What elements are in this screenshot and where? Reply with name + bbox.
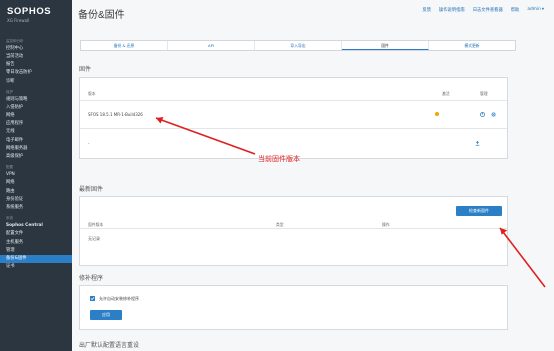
sidebar-section-label: 保护 <box>6 89 13 94</box>
log-viewer-link[interactable]: 日志文件查看器 <box>473 7 503 13</box>
annotation-current-firmware: 当前固件版本 <box>258 155 300 163</box>
sidebar-item-profiles[interactable]: 配置文件 <box>0 231 72 239</box>
hotfix-section-title: 修补程序 <box>79 275 104 282</box>
page-title: 备份&固件 <box>78 10 125 21</box>
sidebar-section-label: 监控和分析 <box>6 39 24 43</box>
sidebar-item-system-services[interactable]: 系统服务 <box>0 204 72 212</box>
sidebar-item-admin[interactable]: 管理 <box>0 247 72 255</box>
sidebar-item-backup-firmware[interactable]: 备份&固件 <box>0 255 72 264</box>
logo: SOPHOS XG Firewall <box>0 0 72 23</box>
firmware-version-current: SFOS 18.5.1 MR-1-Build326 <box>88 112 143 117</box>
latest-firmware-panel <box>79 196 508 266</box>
sidebar-item-sophos-central[interactable]: Sophos Central <box>0 222 72 230</box>
sidebar-item-zero-day[interactable]: 零日攻击防护 <box>0 70 72 78</box>
column-action: 操作 <box>382 222 390 227</box>
check-new-firmware-button[interactable]: 检查新固件 <box>456 206 502 216</box>
sidebar-item-web[interactable]: 网络 <box>0 112 72 120</box>
sidebar-item-email[interactable]: 电子邮件 <box>0 137 72 145</box>
sidebar-item-reports[interactable]: 报告 <box>0 61 72 69</box>
upload-icon[interactable] <box>475 141 480 146</box>
chevron-down-icon: ▾ <box>541 7 544 12</box>
sidebar-item-certificates[interactable]: 证书 <box>0 263 72 271</box>
sidebar: SOPHOS XG Firewall 监控和分析 控制中心 当前活动 报告 零日… <box>0 0 72 351</box>
brand-product: XG Firewall <box>7 18 30 23</box>
user-name: admin <box>527 7 541 12</box>
sidebar-item-auth[interactable]: 身份验证 <box>0 196 72 204</box>
sidebar-item-web-server[interactable]: 网络服务器 <box>0 145 72 153</box>
sidebar-item-wireless[interactable]: 无线 <box>0 129 72 137</box>
column-version: 版本 <box>88 91 96 96</box>
sidebar-item-control-center[interactable]: 控制中心 <box>0 45 72 53</box>
table-row: SFOS 18.5.1 MR-1-Build326 <box>80 100 507 128</box>
tab-pattern-update[interactable]: 模式更新 <box>429 41 515 50</box>
factory-reset-section-title: 出厂默认配置语言重设 <box>79 342 140 349</box>
help-link[interactable]: 帮助 <box>511 7 520 13</box>
tab-import-export[interactable]: 导入导出 <box>255 41 342 50</box>
user-menu[interactable]: admin ▾ <box>527 7 544 13</box>
sidebar-item-applications[interactable]: 应用程序 <box>0 121 72 129</box>
active-status-dot <box>435 112 439 116</box>
main-content: 备份&固件 反馈 操作说明指南 日志文件查看器 帮助 admin ▾ 备份 & … <box>72 0 554 351</box>
brand-name: SOPHOS <box>7 6 52 17</box>
apply-button[interactable]: 应用 <box>90 310 122 320</box>
sidebar-item-advanced[interactable]: 高级保护 <box>0 153 72 161</box>
tab-bar: 备份 & 还原 API 导入导出 固件 模式更新 <box>80 40 516 51</box>
checkmark-icon <box>90 297 95 301</box>
sidebar-item-rules[interactable]: 规则与策略 <box>0 96 72 104</box>
feedback-link[interactable]: 反馈 <box>422 7 431 13</box>
tab-api[interactable]: API <box>168 41 255 50</box>
latest-firmware-section-title: 最新固件 <box>79 186 104 193</box>
auto-hotfix-label: 允许自动安装修补程序 <box>99 296 139 301</box>
sidebar-section-label: 系统 <box>6 216 13 221</box>
firmware-version-slot: - <box>88 141 90 146</box>
firmware-section-title: 固件 <box>79 66 92 73</box>
latest-firmware-table-header: 固件版本 类型 操作 <box>80 220 507 229</box>
tab-backup-restore[interactable]: 备份 & 还原 <box>81 41 168 50</box>
sidebar-item-current-activity[interactable]: 当前活动 <box>0 53 72 61</box>
sidebar-item-network[interactable]: 网络 <box>0 180 72 188</box>
top-links: 反馈 操作说明指南 日志文件查看器 帮助 admin ▾ <box>422 7 544 13</box>
tab-firmware[interactable]: 固件 <box>342 41 429 50</box>
sidebar-item-vpn[interactable]: VPN <box>0 171 72 179</box>
sidebar-section-label: 配置 <box>6 165 13 170</box>
guide-link[interactable]: 操作说明指南 <box>439 7 465 13</box>
firmware-table-header: 版本 激活 管理 <box>80 88 507 100</box>
sidebar-item-ips[interactable]: 入侵防护 <box>0 104 72 112</box>
no-records-text: 无记录 <box>88 236 100 241</box>
reboot-icon[interactable] <box>480 111 485 117</box>
column-type: 类型 <box>276 222 284 227</box>
hotfix-panel <box>79 285 508 330</box>
sidebar-item-host-services[interactable]: 主机服务 <box>0 239 72 247</box>
auto-hotfix-checkbox[interactable] <box>90 296 95 301</box>
sidebar-item-routing[interactable]: 路由 <box>0 188 72 196</box>
column-manage: 管理 <box>480 91 488 96</box>
column-active: 激活 <box>442 91 450 96</box>
sidebar-item-diagnostics[interactable]: 诊断 <box>0 78 72 86</box>
sidebar-nav: 监控和分析 控制中心 当前活动 报告 零日攻击防护 诊断 保护 规则与策略 入侵… <box>0 35 72 272</box>
settings-icon[interactable] <box>491 111 496 117</box>
column-firmware-version: 固件版本 <box>88 222 104 227</box>
